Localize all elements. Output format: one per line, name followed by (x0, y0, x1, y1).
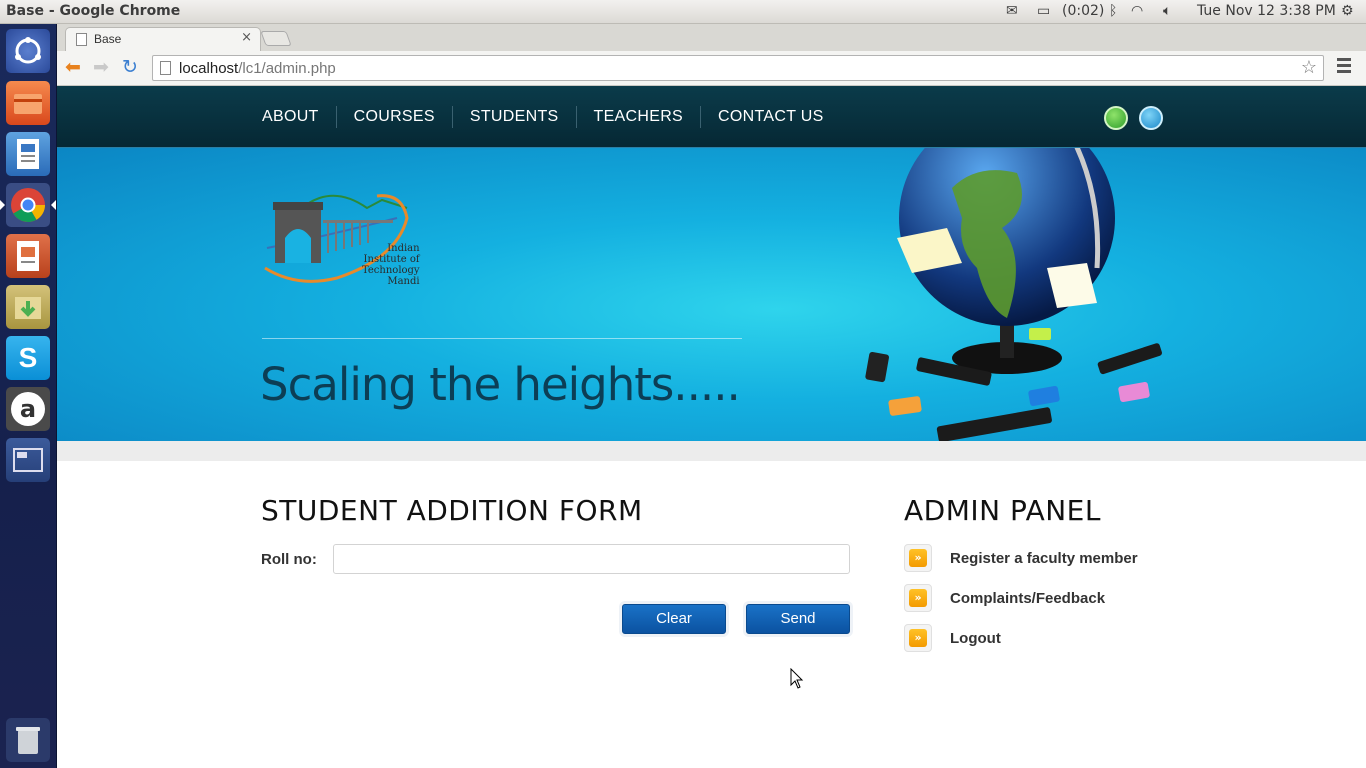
send-button[interactable]: Send (746, 604, 850, 634)
arrow-bullet-icon: » (904, 624, 932, 652)
clock[interactable]: Tue Nov 12 3:38 PM (1197, 3, 1336, 19)
url-host: localhost (179, 60, 239, 77)
browser-toolbar: ⬅ ➡ ↻ localhost/lc1/admin.php ☆ (57, 51, 1366, 86)
logo-line: Technology (362, 265, 420, 276)
settings-gear-icon[interactable]: ⚙ (1341, 3, 1354, 19)
logo-line: Institute of (363, 254, 420, 265)
logo-text: Indian Institute of Technology Mandi (362, 243, 420, 287)
amazon-icon[interactable]: a (6, 387, 50, 431)
arrow-bullet-icon: » (904, 584, 932, 612)
admin-link-label[interactable]: Complaints/Feedback (950, 590, 1105, 607)
menu-about[interactable]: ABOUT (245, 106, 336, 128)
menu-contact-us[interactable]: CONTACT US (700, 106, 841, 128)
battery-icon[interactable]: ▭ (1037, 3, 1050, 19)
chrome-icon[interactable] (6, 183, 50, 227)
skype-social-icon[interactable] (1104, 106, 1128, 130)
page-icon (160, 61, 171, 75)
twitter-social-icon[interactable] (1139, 106, 1163, 130)
back-arrow-icon[interactable]: ⬅ (65, 57, 81, 77)
admin-link-label[interactable]: Logout (950, 630, 1001, 647)
system-top-panel: Base - Google Chrome ✉ ▭ (0:02) ᛒ ◠ 🔈︎ T… (0, 0, 1366, 24)
roll-no-input[interactable] (333, 544, 850, 574)
page-icon (76, 33, 87, 46)
menu-students[interactable]: STUDENTS (451, 106, 576, 128)
files-icon[interactable] (6, 81, 50, 125)
skype-icon[interactable]: S (6, 336, 50, 380)
browser-window: Base × ⬅ ➡ ↻ localhost/lc1/admin.php ☆ A… (57, 24, 1366, 768)
url-text: localhost/lc1/admin.php (179, 60, 336, 77)
menu-courses[interactable]: COURSES (335, 106, 452, 128)
site-navbar: ABOUT COURSES STUDENTS TEACHERS CONTACT … (57, 86, 1366, 148)
bluetooth-icon[interactable]: ᛒ (1109, 3, 1117, 19)
volume-icon[interactable]: 🔈︎ (1163, 3, 1171, 19)
web-page: ABOUT COURSES STUDENTS TEACHERS CONTACT … (57, 86, 1366, 768)
tagline: Scaling the heights..... (260, 358, 741, 411)
tab-strip: Base × (57, 24, 1366, 51)
mail-icon[interactable]: ✉ (1006, 3, 1018, 19)
wifi-icon[interactable]: ◠ (1131, 3, 1143, 19)
logo-line: Indian (387, 243, 420, 254)
admin-panel-title: ADMIN PANEL (904, 494, 1101, 527)
form-title: STUDENT ADDITION FORM (261, 494, 643, 527)
roll-no-label: Roll no: (261, 551, 317, 568)
url-path: /lc1/admin.php (238, 60, 336, 77)
logout-link[interactable]: » Logout (904, 623, 1001, 653)
browser-tab[interactable]: Base × (65, 27, 261, 51)
banner-divider (262, 338, 742, 339)
clear-button[interactable]: Clear (622, 604, 726, 634)
window-title: Base - Google Chrome (6, 3, 181, 19)
tab-close-icon[interactable]: × (241, 30, 252, 45)
main-menu: ABOUT COURSES STUDENTS TEACHERS CONTACT … (245, 106, 841, 128)
complaints-feedback-link[interactable]: » Complaints/Feedback (904, 583, 1105, 613)
admin-link-label[interactable]: Register a faculty member (950, 550, 1138, 567)
unity-launcher: S a (0, 24, 57, 768)
forward-arrow-icon[interactable]: ➡ (93, 57, 109, 77)
workspace-switcher-icon[interactable] (6, 438, 50, 482)
globe-illustration (865, 148, 1162, 441)
impress-icon[interactable] (6, 234, 50, 278)
arrow-bullet-icon: » (904, 544, 932, 572)
hero-banner: Indian Institute of Technology Mandi Sca… (57, 148, 1366, 441)
address-bar[interactable]: localhost/lc1/admin.php ☆ (152, 55, 1324, 81)
focused-indicator (51, 200, 56, 210)
battery-time[interactable]: (0:02) (1062, 3, 1104, 19)
register-faculty-link[interactable]: » Register a faculty member (904, 543, 1138, 573)
writer-icon[interactable] (6, 132, 50, 176)
active-indicator (0, 200, 5, 210)
tab-title: Base (94, 32, 122, 46)
divider-strip (57, 441, 1366, 461)
bookmark-star-icon[interactable]: ☆ (1301, 57, 1317, 78)
menu-teachers[interactable]: TEACHERS (575, 106, 701, 128)
mouse-cursor-icon (790, 668, 804, 689)
trash-icon[interactable] (6, 718, 50, 762)
dash-home-icon[interactable] (6, 29, 50, 73)
chrome-menu-icon[interactable] (1337, 58, 1351, 78)
archive-download-icon[interactable] (6, 285, 50, 329)
logo-line: Mandi (387, 276, 420, 287)
new-tab-button[interactable] (260, 31, 292, 46)
reload-icon[interactable]: ↻ (122, 57, 138, 77)
